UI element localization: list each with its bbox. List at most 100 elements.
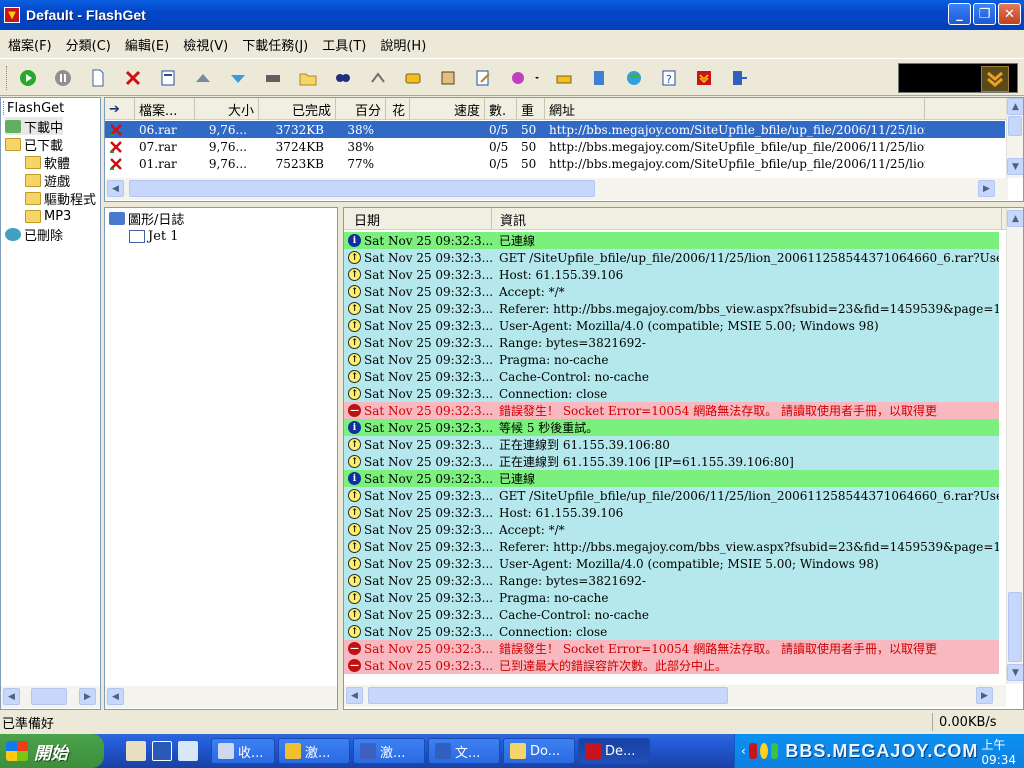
list-col-0[interactable]: 檔案... xyxy=(135,98,195,120)
list-col-7[interactable]: 重 xyxy=(517,98,545,120)
jump-button[interactable] xyxy=(365,65,391,91)
delete-button[interactable] xyxy=(120,65,146,91)
quicklaunch-settings-icon[interactable] xyxy=(126,741,146,761)
tree-item-downloading[interactable]: 下載中 xyxy=(5,117,64,136)
task-button[interactable] xyxy=(260,65,286,91)
open-folder-button[interactable] xyxy=(295,65,321,91)
scroll-left-button[interactable]: ◀ xyxy=(107,180,124,197)
log-row[interactable]: ↑ Sat Nov 25 09:32:3... Host: 61.155.39.10… xyxy=(344,504,999,521)
log-row[interactable]: — Sat Nov 25 09:32:3... 已到達最大的錯誤容許次數。此部分中止… xyxy=(344,657,999,674)
tree-item-games[interactable]: 遊戲 xyxy=(25,171,70,190)
log-row[interactable]: ↑ Sat Nov 25 09:32:3... Accept: */* xyxy=(344,521,999,538)
tree-hscroll-thumb[interactable] xyxy=(31,688,67,705)
scroll-down-button[interactable]: ▼ xyxy=(1007,158,1023,175)
dial-button[interactable] xyxy=(400,65,426,91)
start-button[interactable]: 開始 xyxy=(0,734,104,768)
scroll-right-button[interactable]: ▶ xyxy=(978,180,995,197)
list-hscroll[interactable]: ◀ ▶ xyxy=(105,178,1008,200)
log-row[interactable]: ↑ Sat Nov 25 09:32:3... Pragma: no-cache xyxy=(344,589,999,606)
list-col-status[interactable]: ➔ xyxy=(105,98,135,120)
tree-item-downloaded[interactable]: 已下載 xyxy=(5,135,63,154)
move-down-button[interactable] xyxy=(225,65,251,91)
tray-network-icon[interactable] xyxy=(770,743,779,759)
download-row[interactable]: 01.rar 9,76... 7523KB 77% 0/5 50 http://bbs.me… xyxy=(105,155,1005,172)
log-row[interactable]: ↑ Sat Nov 25 09:32:3... Pragma: no-cache xyxy=(344,351,999,368)
log-col-info[interactable]: 資訊 xyxy=(492,208,1002,230)
list-col-1[interactable]: 大小 xyxy=(195,98,259,120)
tree-item-drivers[interactable]: 驅動程式 xyxy=(25,189,96,208)
tree-root[interactable]: FlashGet xyxy=(3,99,64,117)
log-row[interactable]: ↑ Sat Nov 25 09:32:3... 正在連線到 61.155.39.10… xyxy=(344,453,999,470)
log-col-date[interactable]: 日期 xyxy=(344,208,492,230)
tray-smiley-icon[interactable] xyxy=(759,743,768,759)
menu-item-4[interactable]: 下載任務(J) xyxy=(236,35,314,54)
flashget-logo-button[interactable] xyxy=(691,65,717,91)
tree-scroll-left-button[interactable]: ◀ xyxy=(3,688,20,705)
log-row[interactable]: ↑ Sat Nov 25 09:32:3... Referer: http://bb… xyxy=(344,300,999,317)
graph-hscroll[interactable]: ◀ xyxy=(105,686,337,708)
log-row[interactable]: ↑ Sat Nov 25 09:32:3... Range: bytes=38216… xyxy=(344,572,999,589)
log-vscroll[interactable]: ▲ ▼ xyxy=(1006,208,1023,684)
move-up-button[interactable] xyxy=(190,65,216,91)
menu-item-6[interactable]: 說明(H) xyxy=(374,35,432,54)
tree-hscroll[interactable]: ◀ ▶ xyxy=(1,686,100,708)
log-row[interactable]: ↑ Sat Nov 25 09:32:3... GET /SiteUpfile_bf… xyxy=(344,249,999,266)
log-scroll-down-button[interactable]: ▼ xyxy=(1007,664,1023,681)
taskbar-button-5[interactable]: De... xyxy=(578,738,650,764)
menu-item-1[interactable]: 分類(C) xyxy=(60,35,117,54)
start-button[interactable] xyxy=(15,65,41,91)
find-button[interactable] xyxy=(330,65,356,91)
scroll-up-button[interactable]: ▲ xyxy=(1007,98,1023,115)
log-row[interactable]: ↑ Sat Nov 25 09:32:3... 正在連線到 61.155.39.10… xyxy=(344,436,999,453)
title-bar[interactable]: ▼ Default - FlashGet _ ❐ ✕ xyxy=(0,0,1024,30)
log-row[interactable]: i Sat Nov 25 09:32:3... 已連線 xyxy=(344,470,999,487)
flashget-app-icon[interactable]: ▼ xyxy=(4,7,20,23)
log-row[interactable]: ↑ Sat Nov 25 09:32:3... Connection: close xyxy=(344,385,999,402)
tree-item-deleted[interactable]: 已刪除 xyxy=(5,225,63,244)
tree-item-mp3[interactable]: MP3 xyxy=(25,207,71,225)
taskbar-button-1[interactable]: 激... xyxy=(278,738,350,764)
close-button[interactable]: ✕ xyxy=(998,3,1021,25)
info-button[interactable] xyxy=(586,65,612,91)
graph-root[interactable]: 圖形/日誌 xyxy=(109,209,184,228)
menu-item-5[interactable]: 工具(T) xyxy=(316,35,372,54)
tray-flashget-icon[interactable] xyxy=(748,743,757,759)
log-vscroll-thumb[interactable] xyxy=(1008,592,1022,662)
tree-scroll-right-button[interactable]: ▶ xyxy=(79,688,96,705)
taskbar-button-0[interactable]: 收... xyxy=(211,738,275,764)
download-row[interactable]: 06.rar 9,76... 3732KB 38% 0/5 50 http://bbs.me… xyxy=(105,121,1005,138)
minimize-button[interactable]: _ xyxy=(948,3,971,25)
log-row[interactable]: — Sat Nov 25 09:32:3... 錯誤發生！ Socket Error… xyxy=(344,640,999,657)
list-hscroll-thumb[interactable] xyxy=(129,180,595,197)
dropdown-button[interactable] xyxy=(532,65,542,91)
settings-button[interactable] xyxy=(435,65,461,91)
drop-target-icon[interactable] xyxy=(981,66,1009,92)
list-vscroll-thumb[interactable] xyxy=(1008,116,1022,136)
log-row[interactable]: ↑ Sat Nov 25 09:32:3... User-Agent: Mozill… xyxy=(344,555,999,572)
menu-item-3[interactable]: 檢視(V) xyxy=(177,35,234,54)
log-row[interactable]: ↑ Sat Nov 25 09:32:3... Range: bytes=38216… xyxy=(344,334,999,351)
taskbar-button-4[interactable]: Do... xyxy=(503,738,575,764)
log-row[interactable]: ↑ Sat Nov 25 09:32:3... GET /SiteUpfile_bf… xyxy=(344,487,999,504)
download-row[interactable]: 07.rar 9,76... 3724KB 38% 0/5 50 http://bbs.me… xyxy=(105,138,1005,155)
jet-node[interactable]: Jet 1 xyxy=(129,227,179,245)
exit-button[interactable] xyxy=(726,65,752,91)
log-scroll-right-button[interactable]: ▶ xyxy=(976,687,993,704)
edit-button[interactable] xyxy=(470,65,496,91)
list-col-6[interactable]: 數. xyxy=(485,98,517,120)
log-row[interactable]: ↑ Sat Nov 25 09:32:3... Cache-Control: no-… xyxy=(344,368,999,385)
tray-expand-icon[interactable]: ‹ xyxy=(741,744,746,758)
log-row[interactable]: — Sat Nov 25 09:32:3... 錯誤發生！ Socket Error… xyxy=(344,402,999,419)
pause-button[interactable] xyxy=(50,65,76,91)
list-col-2[interactable]: 已完成 xyxy=(259,98,336,120)
properties-button[interactable] xyxy=(155,65,181,91)
quicklaunch-desktop-icon[interactable] xyxy=(178,741,198,761)
quicklaunch-word-icon[interactable] xyxy=(152,741,172,761)
log-row[interactable]: ↑ Sat Nov 25 09:32:3... Cache-Control: no-… xyxy=(344,606,999,623)
globe-button[interactable] xyxy=(621,65,647,91)
graph-scroll-left-button[interactable]: ◀ xyxy=(107,688,124,705)
menu-item-0[interactable]: 檔案(F) xyxy=(2,35,58,54)
menu-item-2[interactable]: 編輯(E) xyxy=(119,35,175,54)
log-hscroll[interactable]: ◀ ▶ xyxy=(344,685,1006,707)
log-row[interactable]: ↑ Sat Nov 25 09:32:3... Accept: */* xyxy=(344,283,999,300)
